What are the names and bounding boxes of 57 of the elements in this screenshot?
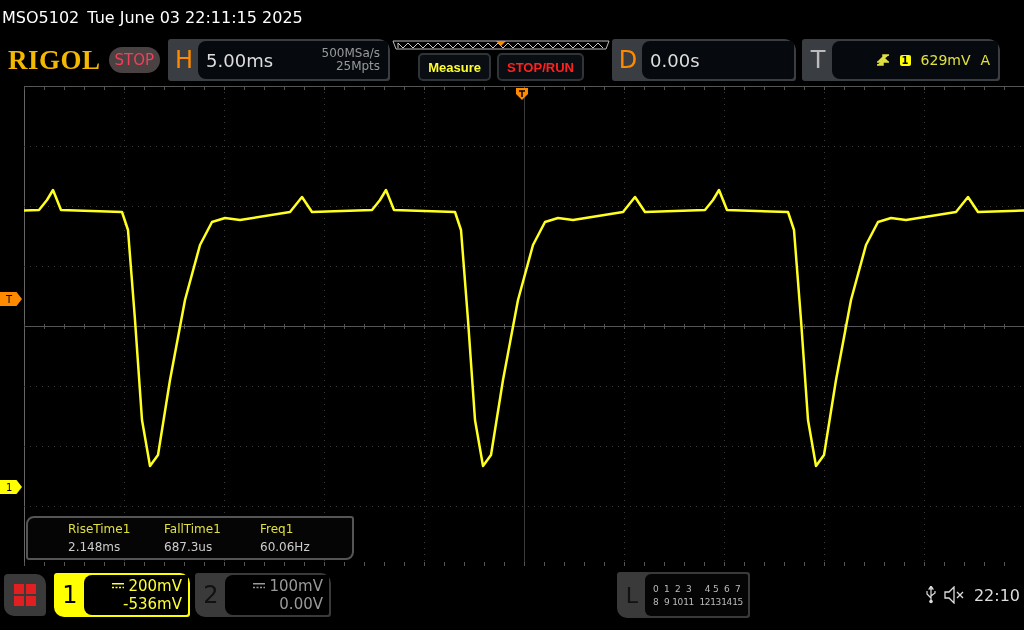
horizontal-label: H: [174, 45, 195, 76]
dc-coupling-icon: [112, 583, 125, 589]
channel-offset: 0.00V: [279, 595, 323, 613]
logic-channel-number: 6: [722, 583, 731, 594]
delay-value: 0.00s: [650, 49, 700, 71]
stop-run-button[interactable]: STOP/RUN: [497, 52, 584, 81]
rising-edge-icon: [875, 53, 890, 67]
logic-channel-number: 12: [698, 596, 710, 607]
measurement-value: 2.148ms: [68, 540, 122, 554]
logic-channel-number: 4: [703, 583, 710, 594]
logic-channel-number: 9: [662, 596, 671, 607]
measurement-name: RiseTime1: [68, 522, 132, 536]
measurement-value: 60.06Hz: [260, 540, 311, 554]
timebase-value: 5.00ms: [206, 49, 274, 71]
logic-channel-number: 5: [711, 583, 720, 594]
logic-channel-number: 11: [683, 596, 694, 607]
trigger-level: 629mV: [920, 52, 971, 68]
memory-depth: 25Mpts: [335, 60, 381, 73]
measurement-value: 687.3us: [164, 540, 214, 554]
logic-channel-number: 3: [684, 583, 693, 594]
trigger-mode: A: [980, 52, 991, 68]
logic-channel-number: 0: [651, 583, 660, 594]
measurement-name: Freq1: [260, 522, 295, 536]
brand-logo: RIGOL: [8, 44, 101, 76]
timebase-panel[interactable]: H 5.00ms 500MSa/s 25Mpts: [168, 39, 391, 81]
channel-scale: 200mV: [128, 577, 182, 595]
channel-offset: -536mV: [123, 595, 182, 613]
usb-icon: [925, 586, 936, 604]
trigger-source-badge: 1: [899, 54, 911, 66]
speaker-muted-icon[interactable]: [943, 586, 966, 604]
delay-label: D: [617, 45, 639, 76]
menu-icon: [14, 584, 36, 606]
channel-offset-marker[interactable]: 1: [0, 480, 22, 494]
logic-channel-number: 10: [672, 596, 683, 607]
dc-coupling-icon: [253, 583, 266, 589]
logic-channel-number: 2: [673, 583, 682, 594]
trigger-label: T: [809, 45, 827, 76]
sample-rate: 500MSa/s: [321, 47, 381, 60]
date-time: Tue June 03 22:11:15 2025: [87, 7, 303, 27]
instrument-model: MSO5102: [2, 7, 80, 27]
trigger-level-marker[interactable]: T: [0, 292, 22, 306]
logic-channel-number: 15: [732, 596, 743, 607]
channel-panel[interactable]: 1 200mV -536mV: [54, 573, 190, 617]
delay-panel[interactable]: D 0.00s: [612, 39, 797, 81]
logic-channel-number: 7: [733, 583, 742, 594]
logic-channel-number: 13: [710, 596, 721, 607]
measure-button[interactable]: Measure: [418, 52, 491, 81]
logic-channel-number: 14: [721, 596, 732, 607]
logic-channel-number: 8: [651, 596, 660, 607]
run-state-badge: STOP: [108, 47, 161, 73]
menu-button[interactable]: [4, 574, 46, 616]
channel-scale: 100mV: [269, 577, 323, 595]
trigger-panel[interactable]: T 1 629mV A: [802, 39, 1001, 81]
channel-number: 1: [61, 580, 79, 611]
clock-time: 22:10: [973, 585, 1020, 605]
logic-channel-number: 1: [662, 583, 671, 594]
measurement-name: FallTime1: [164, 522, 222, 536]
